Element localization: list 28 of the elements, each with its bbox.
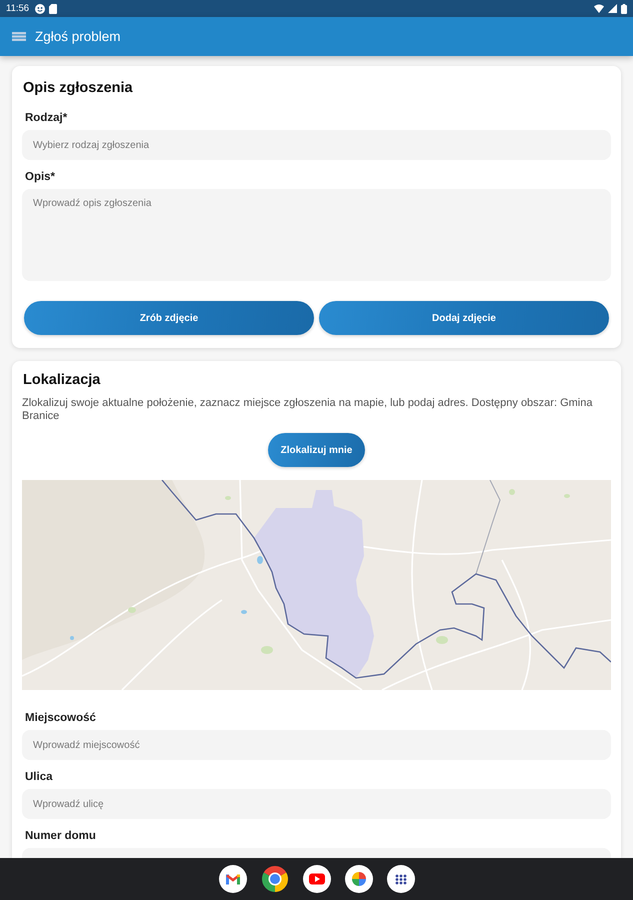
field-label: Rodzaj* [25, 111, 68, 126]
field-label: Numer domu [25, 829, 96, 844]
field-label: Ulica [25, 770, 52, 785]
status-time: 11:56 [6, 3, 30, 14]
battery-icon [621, 4, 627, 14]
signal-icon [608, 4, 617, 13]
field-label: Miejscowość [25, 711, 96, 726]
textarea-field[interactable]: Wprowadź opis zgłoszenia [22, 189, 611, 281]
input-field[interactable]: Wprowadź ulicę [22, 789, 611, 819]
wifi-icon [594, 4, 604, 13]
add-photo-button[interactable]: Dodaj zdjęcie [319, 301, 609, 335]
pinwheel-icon[interactable] [344, 865, 372, 893]
card-title: Opis zgłoszenia [23, 79, 134, 98]
input-field[interactable] [22, 848, 611, 858]
location-description: Zlokalizuj swoje aktualne położenie, zaznacz miejsce zgłoszenia na mapie, lub podaj adres. Dostępny obszar: Gmina Branice [22, 397, 594, 423]
mail-icon[interactable] [218, 865, 246, 893]
locate-me-button[interactable]: Zlokalizuj mnie [268, 433, 366, 467]
app-bar-title: Zgłoś problem [35, 29, 121, 44]
field-label: Opis* [25, 170, 56, 185]
card-title: Lokalizacja [23, 371, 102, 390]
play-icon[interactable] [302, 865, 330, 893]
face-icon [35, 4, 46, 14]
input-field[interactable]: Wybierz rodzaj zgłoszenia [22, 130, 611, 160]
input-field[interactable]: Wprowadź miejscowość [22, 730, 611, 760]
apps-icon[interactable] [386, 865, 414, 893]
take-photo-button[interactable]: Zrób zdjęcie [24, 301, 314, 335]
sd-card-icon [49, 4, 58, 14]
browser-icon[interactable] [260, 865, 288, 893]
